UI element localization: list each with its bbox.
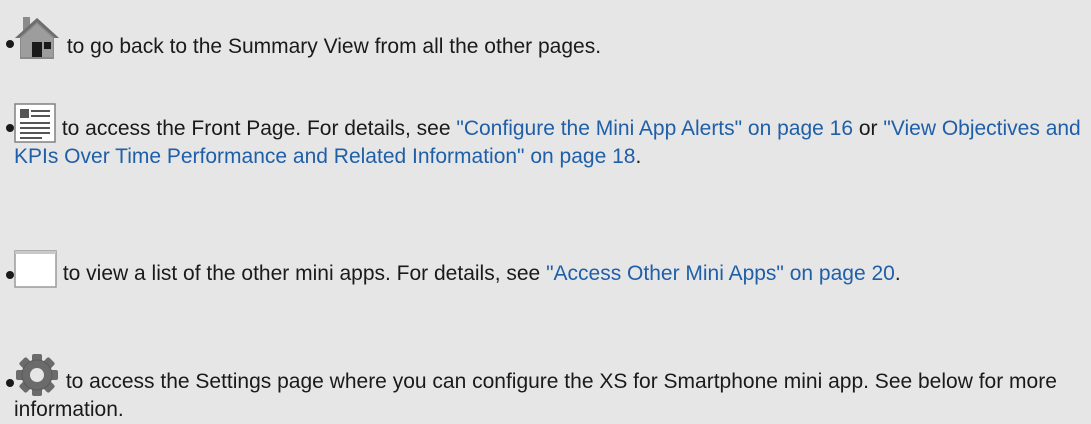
configure-alerts-link[interactable]: "Configure the Mini App Alerts" on page … xyxy=(456,117,853,140)
folder-icon[interactable] xyxy=(14,250,57,288)
bullet xyxy=(6,271,14,279)
settings-item-text: to access the Settings page where you ca… xyxy=(14,370,1057,421)
gear-icon[interactable] xyxy=(14,354,60,396)
bullet xyxy=(6,40,14,48)
front-page-icon[interactable] xyxy=(14,103,56,143)
folder-text-before: to view a list of the other mini apps. F… xyxy=(57,262,547,285)
home-item-text: to go back to the Summary View from all … xyxy=(61,35,602,58)
access-mini-apps-link[interactable]: "Access Other Mini Apps" on page 20 xyxy=(546,262,895,285)
bullet xyxy=(6,124,14,132)
front-page-text-end: . xyxy=(635,145,642,168)
folder-text-end: . xyxy=(894,262,901,285)
home-icon[interactable] xyxy=(14,16,61,61)
front-page-text-or: or xyxy=(853,117,884,140)
front-page-text-before: to access the Front Page. For details, s… xyxy=(56,117,457,140)
bullet xyxy=(6,379,14,387)
